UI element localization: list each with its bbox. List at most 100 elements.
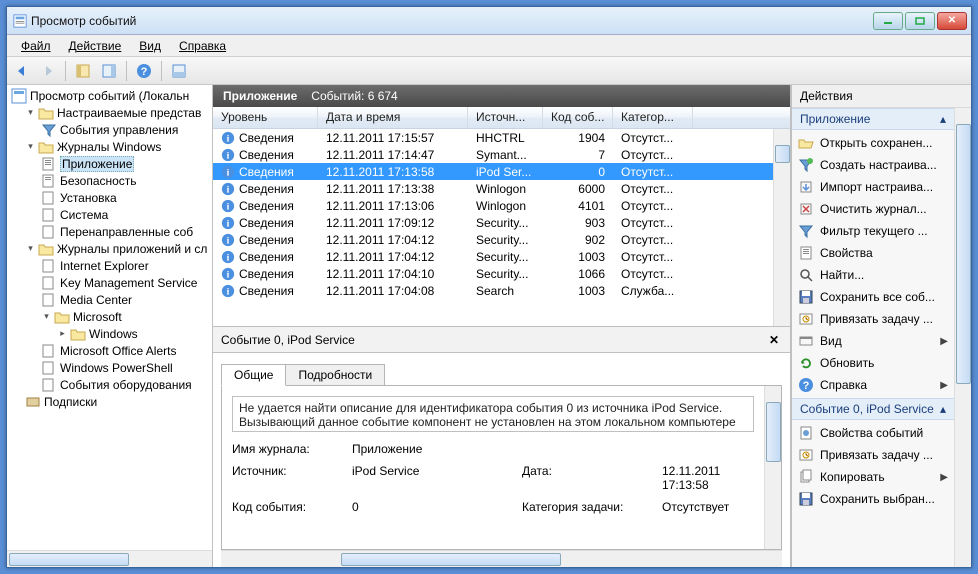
- grid-body[interactable]: iСведения12.11.2011 17:15:57HHCTRL1904От…: [213, 129, 790, 326]
- action-label: Сохранить выбран...: [820, 492, 935, 506]
- collapse-icon[interactable]: ▾: [25, 243, 36, 254]
- close-button[interactable]: ✕: [937, 12, 967, 30]
- close-detail-button[interactable]: ✕: [766, 332, 782, 348]
- detail-hscrollbar[interactable]: [221, 550, 782, 567]
- menu-action[interactable]: Действие: [61, 37, 130, 55]
- col-category[interactable]: Категор...: [613, 107, 693, 128]
- tree-app-service-logs[interactable]: ▾ Журналы приложений и сл: [7, 240, 212, 257]
- clear-log-icon: [798, 201, 814, 217]
- action-item[interactable]: Обновить: [792, 352, 954, 374]
- tree-windows-logs[interactable]: ▾ Журналы Windows: [7, 138, 212, 155]
- tree-office-alerts[interactable]: Microsoft Office Alerts: [7, 342, 212, 359]
- tree-admin-events[interactable]: События управления: [7, 121, 212, 138]
- menubar: Файл Действие Вид Справка: [7, 35, 971, 57]
- expand-icon[interactable]: ▸: [57, 328, 68, 339]
- actions-group-event[interactable]: Событие 0, iPod Service ▴: [792, 398, 954, 420]
- show-hide-tree-button[interactable]: [72, 60, 94, 82]
- tree-label: События управления: [60, 123, 178, 137]
- action-item[interactable]: Привязать задачу ...: [792, 308, 954, 330]
- cell-eventid: 1904: [543, 131, 613, 145]
- event-row[interactable]: iСведения12.11.2011 17:13:06Winlogon4101…: [213, 197, 790, 214]
- cell-source: HHCTRL: [468, 131, 543, 145]
- forward-button[interactable]: [37, 60, 59, 82]
- help-button[interactable]: ?: [133, 60, 155, 82]
- action-item[interactable]: Свойства событий: [792, 422, 954, 444]
- actions-group-app[interactable]: Приложение ▴: [792, 108, 954, 130]
- event-row[interactable]: iСведения12.11.2011 17:15:57HHCTRL1904От…: [213, 129, 790, 146]
- log-title: Приложение: [223, 89, 297, 103]
- tree-application-log[interactable]: Приложение: [7, 155, 212, 172]
- tab-details[interactable]: Подробности: [285, 364, 385, 386]
- show-hide-actions-button[interactable]: [98, 60, 120, 82]
- col-eventid[interactable]: Код соб...: [543, 107, 613, 128]
- svg-text:i: i: [227, 150, 230, 161]
- action-item[interactable]: Копировать▶: [792, 466, 954, 488]
- event-row[interactable]: iСведения12.11.2011 17:13:38Winlogon6000…: [213, 180, 790, 197]
- grid-vscrollbar[interactable]: [773, 129, 790, 326]
- action-item[interactable]: Найти...: [792, 264, 954, 286]
- tree-hscrollbar[interactable]: [7, 550, 212, 567]
- collapse-icon: ▴: [940, 112, 946, 126]
- tree-hardware-events[interactable]: События оборудования: [7, 376, 212, 393]
- menu-view[interactable]: Вид: [131, 37, 169, 55]
- navigation-tree[interactable]: Просмотр событий (Локальн ▾ Настраиваемы…: [7, 85, 212, 550]
- collapse-icon[interactable]: ▾: [25, 107, 36, 118]
- log-icon: [41, 343, 57, 359]
- event-row[interactable]: iСведения12.11.2011 17:14:47Symant...7От…: [213, 146, 790, 163]
- event-row[interactable]: iСведения12.11.2011 17:04:10Security...1…: [213, 265, 790, 282]
- cell-level: iСведения: [213, 250, 318, 264]
- tree-system-log[interactable]: Система: [7, 206, 212, 223]
- titlebar: Просмотр событий ✕: [7, 7, 971, 35]
- action-item[interactable]: Создать настраива...: [792, 154, 954, 176]
- action-item[interactable]: Очистить журнал...: [792, 198, 954, 220]
- event-row[interactable]: iСведения12.11.2011 17:04:12Security...9…: [213, 231, 790, 248]
- col-level[interactable]: Уровень: [213, 107, 318, 128]
- action-item[interactable]: ?Справка▶: [792, 374, 954, 396]
- menu-file[interactable]: Файл: [13, 37, 59, 55]
- tree-subscriptions[interactable]: Подписки: [7, 393, 212, 410]
- col-source[interactable]: Источн...: [468, 107, 543, 128]
- col-datetime[interactable]: Дата и время: [318, 107, 468, 128]
- tree-security-log[interactable]: Безопасность: [7, 172, 212, 189]
- action-item[interactable]: Фильтр текущего ...: [792, 220, 954, 242]
- action-item[interactable]: Сохранить все соб...: [792, 286, 954, 308]
- action-item[interactable]: Сохранить выбран...: [792, 488, 954, 510]
- collapse-icon[interactable]: ▾: [25, 141, 36, 152]
- event-row[interactable]: iСведения12.11.2011 17:09:12Security...9…: [213, 214, 790, 231]
- cell-datetime: 12.11.2011 17:13:58: [318, 165, 468, 179]
- tree-ms-windows[interactable]: ▸ Windows: [7, 325, 212, 342]
- tree-kms[interactable]: Key Management Service: [7, 274, 212, 291]
- tab-general[interactable]: Общие: [221, 364, 286, 386]
- event-row[interactable]: iСведения12.11.2011 17:04:08Search1003Сл…: [213, 282, 790, 299]
- maximize-button[interactable]: [905, 12, 935, 30]
- minimize-button[interactable]: [873, 12, 903, 30]
- lbl-date: Дата:: [522, 464, 662, 492]
- tree-forwarded-log[interactable]: Перенаправленные соб: [7, 223, 212, 240]
- action-item[interactable]: Открыть сохранен...: [792, 132, 954, 154]
- menu-help[interactable]: Справка: [171, 37, 234, 55]
- action-item[interactable]: Свойства: [792, 242, 954, 264]
- collapse-icon: ▴: [940, 402, 946, 416]
- lbl-source: Источник:: [232, 464, 352, 492]
- action-item[interactable]: Импорт настраива...: [792, 176, 954, 198]
- tree-custom-views[interactable]: ▾ Настраиваемые представ: [7, 104, 212, 121]
- event-row[interactable]: iСведения12.11.2011 17:13:58iPod Ser...0…: [213, 163, 790, 180]
- tree-microsoft[interactable]: ▾ Microsoft: [7, 308, 212, 325]
- tree-powershell[interactable]: Windows PowerShell: [7, 359, 212, 376]
- back-button[interactable]: [11, 60, 33, 82]
- actions-vscrollbar[interactable]: [954, 108, 971, 567]
- action-item[interactable]: Вид▶: [792, 330, 954, 352]
- tree-root[interactable]: Просмотр событий (Локальн: [7, 87, 212, 104]
- collapse-icon[interactable]: ▾: [41, 311, 52, 322]
- detail-vscrollbar[interactable]: [764, 386, 781, 549]
- preview-button[interactable]: [168, 60, 190, 82]
- tree-setup-log[interactable]: Установка: [7, 189, 212, 206]
- folder-icon: [38, 241, 54, 257]
- action-label: Импорт настраива...: [820, 180, 933, 194]
- tree-label: Windows PowerShell: [60, 361, 173, 375]
- event-row[interactable]: iСведения12.11.2011 17:04:12Security...1…: [213, 248, 790, 265]
- tree-media-center[interactable]: Media Center: [7, 291, 212, 308]
- action-item[interactable]: Привязать задачу ...: [792, 444, 954, 466]
- tree-ie[interactable]: Internet Explorer: [7, 257, 212, 274]
- val-source: iPod Service: [352, 464, 522, 492]
